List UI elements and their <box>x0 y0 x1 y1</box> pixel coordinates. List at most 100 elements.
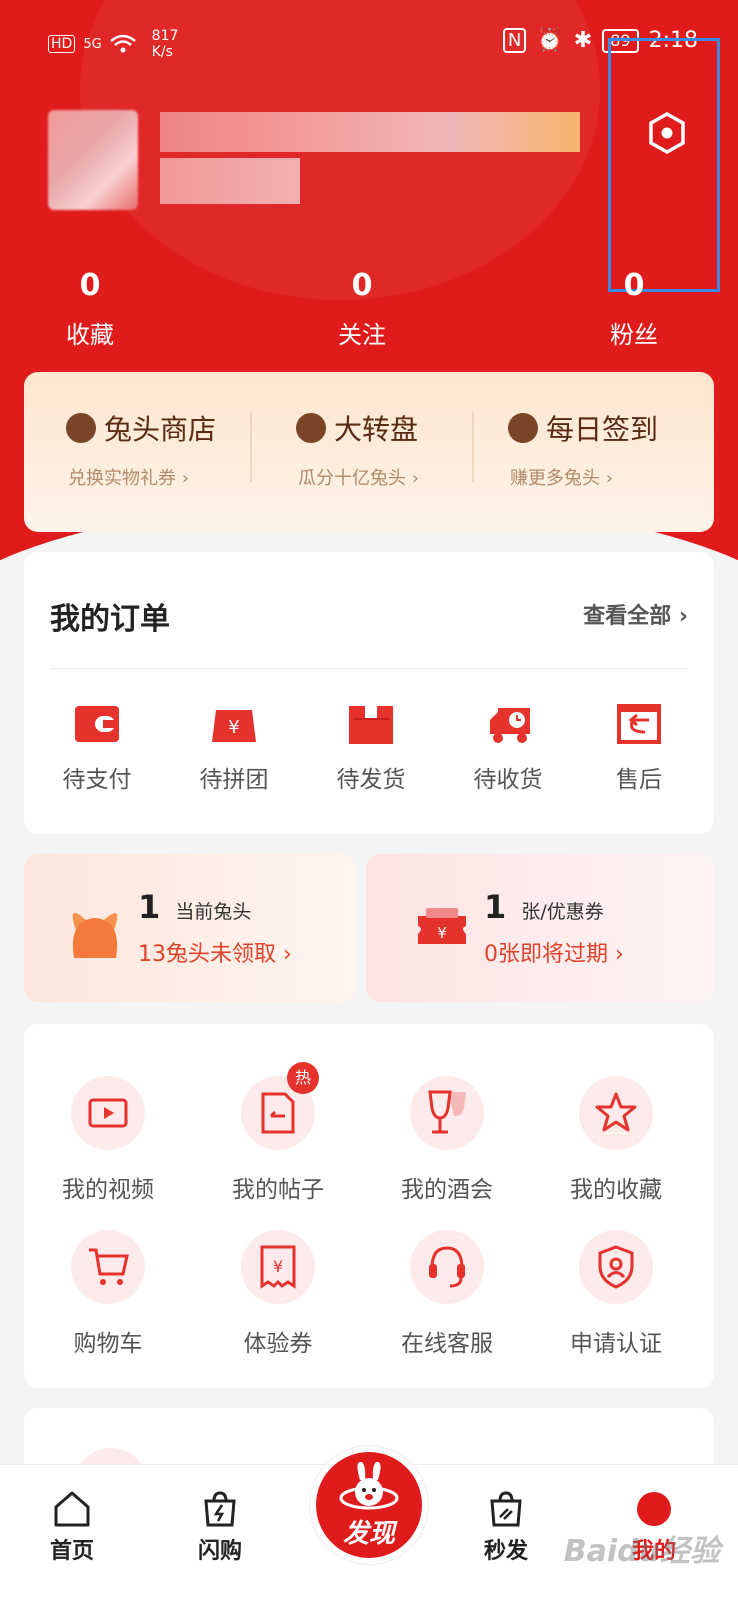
tool-my-videos[interactable]: 我的视频 <box>38 1076 178 1204</box>
avatar[interactable] <box>48 110 138 210</box>
tools-card: 我的视频 热 我的帖子 我的酒会 我的收藏 购物车 ¥ 体验券 在线客服 申请认… <box>24 1024 714 1388</box>
stat-value: 0 <box>623 268 645 303</box>
stat-value: 0 <box>79 268 101 303</box>
video-icon <box>88 1098 128 1128</box>
order-label: 待支付 <box>62 767 132 793</box>
tool-my-favorites[interactable]: 我的收藏 <box>546 1076 686 1204</box>
svg-text:¥: ¥ <box>228 717 239 738</box>
tool-my-wine-party[interactable]: 我的酒会 <box>377 1076 517 1204</box>
return-icon <box>617 704 661 744</box>
user-subtitle-blurred <box>160 158 300 204</box>
tool-label: 我的酒会 <box>401 1177 493 1203</box>
points-unclaimed: 13兔头未领取 › <box>138 942 292 967</box>
coupon-unit: 张/优惠券 <box>521 901 604 923</box>
points-value: 1 <box>138 888 161 926</box>
shortcut-desc: 瓜分十亿兔头 › <box>298 468 419 489</box>
bluetooth-icon: ✱ <box>573 28 593 53</box>
order-after-sales[interactable]: 售后 <box>584 702 694 794</box>
wifi-icon <box>109 34 136 53</box>
tool-trial-voucher[interactable]: ¥ 体验券 <box>208 1230 348 1358</box>
rabbit-logo-icon <box>339 1461 399 1510</box>
tool-customer-service[interactable]: 在线客服 <box>377 1230 517 1358</box>
stat-favorites[interactable]: 0 收藏 <box>30 268 150 350</box>
fast-bag-icon <box>490 1491 522 1527</box>
coupon-card[interactable]: ¥ 1 张/优惠券 0张即将过期 › <box>366 854 714 1002</box>
shortcut-checkin[interactable]: 每日签到 赚更多兔头 › <box>508 408 658 490</box>
svg-text:¥: ¥ <box>273 1257 283 1276</box>
order-label: 售后 <box>616 767 662 793</box>
cart-icon <box>89 1248 129 1285</box>
group-buy-icon: ¥ <box>212 710 256 742</box>
stat-label: 收藏 <box>66 321 114 349</box>
target-icon <box>296 413 326 443</box>
net-speed: 817 K/s <box>151 28 179 60</box>
truck-icon <box>490 708 530 743</box>
star-icon <box>595 1092 637 1132</box>
settings-button[interactable] <box>608 38 720 292</box>
svg-text:¥: ¥ <box>437 924 447 942</box>
flash-bag-icon <box>204 1491 236 1527</box>
tab-discover[interactable]: 发现 <box>310 1446 428 1564</box>
shortcut-rabbit-store[interactable]: 兔头商店 兑换实物礼券 › <box>66 408 216 490</box>
tool-label: 申请认证 <box>570 1331 662 1357</box>
stat-fans[interactable]: 0 粉丝 <box>574 268 694 350</box>
coupon-value: 1 <box>484 888 507 926</box>
tool-label: 我的收藏 <box>570 1177 662 1203</box>
order-label: 待发货 <box>336 767 406 793</box>
coupon-expiring: 0张即将过期 › <box>484 942 624 967</box>
rabbit-icon <box>66 413 96 443</box>
shortcut-title: 兔头商店 <box>104 413 217 446</box>
divider <box>472 412 474 482</box>
shortcut-title: 每日签到 <box>546 413 659 446</box>
shortcut-wheel[interactable]: 大转盘 瓜分十亿兔头 › <box>296 408 419 490</box>
hd-icon: HD <box>48 35 76 53</box>
shortcut-desc: 赚更多兔头 › <box>510 468 613 489</box>
tab-fast-delivery[interactable]: 秒发 <box>456 1489 556 1565</box>
headset-icon <box>429 1246 465 1288</box>
shortcut-card: 兔头商店 兑换实物礼券 › 大转盘 瓜分十亿兔头 › 每日签到 赚更多兔头 › <box>24 372 714 532</box>
baidu-jingyan-watermark: Baidu经验 <box>563 1534 720 1569</box>
order-label: 待收货 <box>473 767 543 793</box>
nfc-icon: N <box>502 28 527 53</box>
orders-card: 我的订单 查看全部 › 待支付 ¥ 待拼团 待发货 待收货 售后 <box>24 552 714 834</box>
divider <box>250 412 252 482</box>
tool-label: 我的帖子 <box>232 1177 324 1203</box>
order-to-receive[interactable]: 待收货 <box>453 702 563 794</box>
tab-home[interactable]: 首页 <box>22 1489 122 1565</box>
wine-glass-icon <box>428 1090 466 1134</box>
wallet-icon <box>75 706 119 742</box>
shortcut-title: 大转盘 <box>334 413 419 446</box>
calendar-check-icon <box>508 413 538 443</box>
order-label: 待拼团 <box>199 767 269 793</box>
tool-cart[interactable]: 购物车 <box>38 1230 178 1358</box>
shield-user-icon <box>598 1245 634 1289</box>
username-blurred <box>160 112 580 152</box>
stat-following[interactable]: 0 关注 <box>302 268 422 350</box>
stat-value: 0 <box>351 268 373 303</box>
home-icon <box>54 1491 90 1527</box>
profile-icon <box>637 1492 671 1526</box>
order-pending-payment[interactable]: 待支付 <box>42 702 152 794</box>
view-all-orders-link[interactable]: 查看全部 › <box>583 598 688 630</box>
rabbit-points-card[interactable]: 1 当前兔头 13兔头未领取 › <box>24 854 356 1002</box>
tab-label: 首页 <box>49 1539 94 1564</box>
tool-apply-verification[interactable]: 申请认证 <box>546 1230 686 1358</box>
tab-flash-sale[interactable]: 闪购 <box>170 1489 270 1565</box>
box-icon <box>349 706 393 744</box>
points-info: 1 当前兔头 13兔头未领取 › <box>138 888 292 968</box>
stat-label: 关注 <box>338 321 386 349</box>
tab-label: 闪购 <box>197 1539 242 1564</box>
5g-signal-icon: 5G <box>83 36 102 52</box>
tool-label: 体验券 <box>243 1331 313 1357</box>
tool-my-posts[interactable]: 热 我的帖子 <box>208 1062 348 1204</box>
hot-badge: 热 <box>287 1062 319 1094</box>
settings-icon <box>649 111 685 155</box>
order-to-ship[interactable]: 待发货 <box>316 702 426 794</box>
post-icon <box>261 1092 295 1134</box>
orders-title: 我的订单 <box>50 602 170 637</box>
order-group-buy[interactable]: ¥ 待拼团 <box>179 702 289 794</box>
points-unit: 当前兔头 <box>175 901 252 923</box>
voucher-icon: ¥ <box>260 1245 296 1289</box>
tool-label: 我的视频 <box>62 1177 154 1203</box>
coupon-info: 1 张/优惠券 0张即将过期 › <box>484 888 624 968</box>
